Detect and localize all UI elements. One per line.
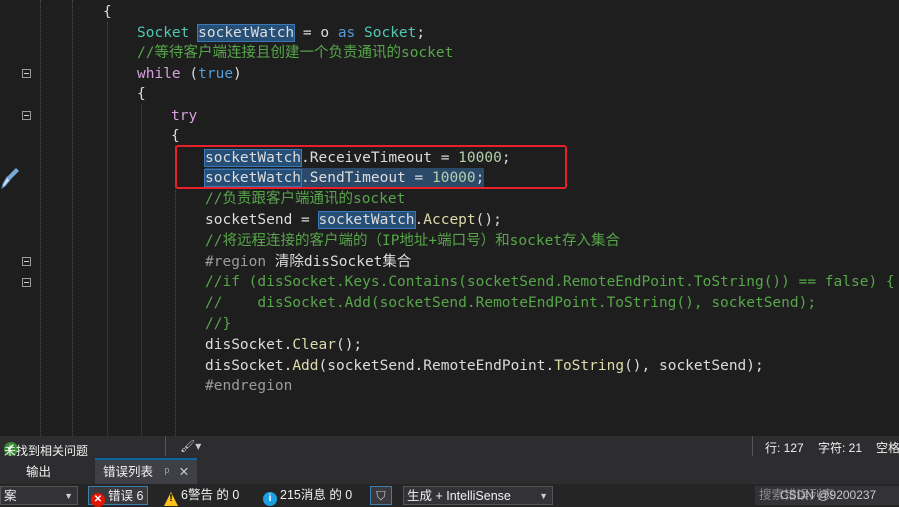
method-name: Clear (292, 337, 336, 353)
chevron-down-icon: ▼ (539, 491, 548, 501)
code-line: socketSend = socketWatch.Accept(); (205, 210, 502, 230)
line-indicator[interactable]: 行: 127 (765, 439, 804, 456)
code-text: (); (335, 337, 363, 353)
error-list-toolbar: 案 ▼ ✕ 错误 6 ! 6警告 的 0 i 215消息 的 0 ⛉ 生成 + Inte… (0, 484, 899, 507)
code-text: (), socketSend); (624, 358, 764, 374)
code-line: { (103, 2, 112, 22)
errors-filter-button[interactable]: ✕ 错误 6 (88, 486, 149, 507)
highlighted-identifier: socketWatch (197, 24, 296, 42)
build-source-value: 生成 + IntelliSense (407, 489, 511, 503)
keyword: while (137, 66, 181, 82)
highlighted-identifier: socketWatch (317, 211, 416, 229)
chevron-down-icon: ▼ (64, 491, 73, 501)
divider (752, 436, 753, 456)
method-name: ToString (554, 358, 625, 374)
whitespace-indicator[interactable]: 空格 (876, 439, 899, 456)
code-text: socketSend = (205, 212, 319, 228)
collapse-region-toggle[interactable] (22, 278, 31, 287)
comment-line: //负责跟客户端通讯的socket (205, 191, 406, 207)
warnings-count: 6警告 的 0 (181, 488, 240, 502)
comment-line: //if (disSocket.Keys.Contains(socketSend… (205, 274, 895, 290)
error-icon: ✕ (91, 493, 105, 507)
brush-menu-icon[interactable]: 🖌▾ (180, 439, 201, 453)
errors-count: 错误 6 (108, 489, 144, 503)
comment-line: //等待客户端连接且创建一个负责通讯的socket (137, 45, 454, 61)
keyword: as (337, 25, 356, 41)
close-icon[interactable]: ✕ (179, 465, 189, 479)
panel-tab-strip: 输出 错误列表 ᵖ ✕ (0, 456, 899, 484)
code-line: while (true) (137, 64, 242, 84)
code-line: disSocket.Clear(); (205, 335, 362, 355)
code-line: { (171, 128, 180, 144)
code-line: { (137, 86, 146, 102)
code-text: ; (416, 25, 426, 41)
preprocessor-directive: #region (205, 254, 267, 270)
type-name: Socket (364, 25, 417, 41)
code-editor[interactable]: { Socket socketWatch = o as Socket; //等待… (0, 0, 899, 436)
tab-label: 错误列表 (103, 465, 154, 479)
indent-guide (72, 0, 73, 436)
tab-output[interactable]: 输出 (26, 460, 51, 484)
keyword: true (198, 66, 234, 82)
messages-count: 215消息 的 0 (280, 488, 353, 502)
comment-line: //} (205, 316, 232, 332)
divider (165, 436, 166, 456)
info-icon: i (263, 492, 277, 506)
collapse-region-toggle[interactable] (22, 69, 31, 78)
code-text: . (414, 212, 424, 228)
indent-guide (40, 0, 41, 436)
collapse-region-toggle[interactable] (22, 111, 31, 120)
code-text: (); (475, 212, 502, 228)
region-line: #region 清除disSocket集合 (205, 252, 411, 272)
comment-line: // disSocket.Add(socketSend.RemoteEndPoi… (205, 295, 817, 311)
warnings-filter-button[interactable]: ! 6警告 的 0 (164, 486, 240, 506)
brace: { (103, 4, 112, 20)
editor-gutter (0, 0, 50, 436)
indent-guide (175, 146, 176, 436)
method-name: Add (292, 358, 319, 374)
tab-error-list[interactable]: 错误列表 ᵖ ✕ (95, 458, 198, 484)
type-name: Socket (137, 25, 190, 41)
scope-value: 案 (4, 489, 17, 503)
warning-icon: ! (164, 492, 178, 506)
preprocessor-directive: #endregion (205, 378, 293, 394)
scope-dropdown[interactable]: 案 ▼ (0, 486, 78, 505)
code-text: disSocket. (205, 337, 293, 353)
method-name: Accept (423, 212, 476, 228)
pin-icon[interactable]: ᵖ (165, 465, 170, 479)
char-indicator[interactable]: 字符: 21 (818, 439, 862, 456)
code-text: = o (294, 25, 338, 41)
indent-guide (141, 105, 142, 436)
filter-icon[interactable]: ⛉ (370, 486, 392, 505)
comment-line: //将远程连接的客户端的（IP地址+端口号）和socket存入集合 (205, 233, 621, 249)
quick-actions-brush-icon[interactable] (1, 166, 21, 190)
watermark: CSDN @9200237 (780, 488, 877, 502)
code-line: Socket socketWatch = o as Socket; (137, 23, 425, 43)
build-source-dropdown[interactable]: 生成 + IntelliSense ▼ (403, 486, 553, 505)
code-text: disSocket. (205, 358, 293, 374)
code-text: ) (233, 66, 242, 82)
indent-guide (107, 22, 108, 436)
code-text: ( (180, 66, 199, 82)
code-text: (socketSend.RemoteEndPoint. (318, 358, 555, 374)
code-line: disSocket.Add(socketSend.RemoteEndPoint.… (205, 356, 764, 376)
messages-filter-button[interactable]: i 215消息 的 0 (263, 486, 353, 506)
editor-status-bar: ✓ 未找到相关问题 🖌▾ 行: 127 字符: 21 空格 (0, 436, 899, 458)
code-line: try (171, 108, 198, 124)
collapse-region-toggle[interactable] (22, 257, 31, 266)
red-annotation-box (175, 145, 567, 189)
region-name: 清除disSocket集合 (266, 254, 412, 270)
